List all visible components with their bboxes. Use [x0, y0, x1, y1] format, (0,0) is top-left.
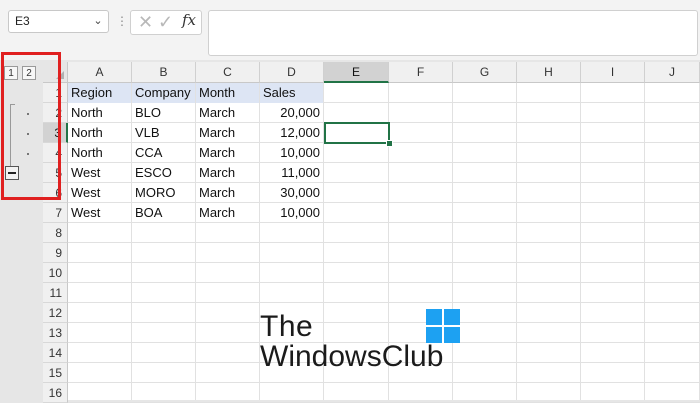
watermark-line1: The: [260, 310, 314, 343]
row-header-13[interactable]: 13: [43, 323, 68, 343]
grid-row-line: [68, 382, 700, 383]
row-header-7[interactable]: 7: [43, 203, 68, 223]
table-cell[interactable]: ESCO: [132, 163, 195, 183]
column-header-e[interactable]: E: [324, 62, 389, 83]
cancel-icon[interactable]: ✕: [138, 13, 153, 31]
column-header-i[interactable]: I: [581, 62, 645, 83]
table-cell[interactable]: 11,000: [260, 163, 323, 183]
column-header-d[interactable]: D: [260, 62, 324, 83]
outline-highlight-box: [1, 52, 61, 200]
table-cell[interactable]: 12,000: [260, 123, 323, 143]
table-header-cell[interactable]: Month: [196, 83, 259, 103]
table-cell[interactable]: CCA: [132, 143, 195, 163]
row-header-9[interactable]: 9: [43, 243, 68, 263]
row-header-11[interactable]: 11: [43, 283, 68, 303]
table-cell[interactable]: West: [68, 183, 131, 203]
table-cell[interactable]: VLB: [132, 123, 195, 143]
table-cell[interactable]: North: [68, 143, 131, 163]
table-header-cell[interactable]: Company: [132, 83, 195, 103]
enter-icon[interactable]: ✓: [158, 13, 173, 31]
table-cell[interactable]: March: [196, 123, 259, 143]
row-header-12[interactable]: 12: [43, 303, 68, 323]
column-header-f[interactable]: F: [389, 62, 453, 83]
table-cell[interactable]: 10,000: [260, 143, 323, 163]
insert-function-icon[interactable]: fx: [182, 11, 196, 29]
row-header-15[interactable]: 15: [43, 363, 68, 383]
table-cell[interactable]: MORO: [132, 183, 195, 203]
table-cell[interactable]: West: [68, 163, 131, 183]
windows-logo-icon: [426, 309, 460, 343]
table-cell[interactable]: March: [196, 103, 259, 123]
grid-row-line: [68, 302, 700, 303]
table-cell[interactable]: 10,000: [260, 203, 323, 223]
table-header-cell[interactable]: Sales: [260, 83, 323, 103]
table-header-cell[interactable]: Region: [68, 83, 131, 103]
row-header-16[interactable]: 16: [43, 383, 68, 403]
fill-handle[interactable]: [386, 140, 393, 147]
table-cell[interactable]: North: [68, 123, 131, 143]
table-cell[interactable]: 30,000: [260, 183, 323, 203]
watermark-line2: WindowsClub: [260, 340, 444, 373]
grid-row-line: [68, 322, 700, 323]
table-cell[interactable]: 20,000: [260, 103, 323, 123]
table-cell[interactable]: March: [196, 163, 259, 183]
column-header-g[interactable]: G: [453, 62, 517, 83]
table-cell[interactable]: March: [196, 183, 259, 203]
grid-row-line: [68, 262, 700, 263]
column-header-j[interactable]: J: [645, 62, 700, 83]
chevron-down-icon[interactable]: ⌄: [88, 10, 108, 33]
table-cell[interactable]: BLO: [132, 103, 195, 123]
formula-input[interactable]: [208, 10, 698, 56]
column-header-c[interactable]: C: [196, 62, 260, 83]
table-cell[interactable]: North: [68, 103, 131, 123]
row-header-8[interactable]: 8: [43, 223, 68, 243]
table-cell[interactable]: March: [196, 203, 259, 223]
column-header-h[interactable]: H: [517, 62, 581, 83]
column-header-b[interactable]: B: [132, 62, 196, 83]
active-cell-e3[interactable]: [324, 122, 390, 144]
column-header-a[interactable]: A: [68, 62, 132, 83]
row-header-14[interactable]: 14: [43, 343, 68, 363]
table-cell[interactable]: BOA: [132, 203, 195, 223]
table-cell[interactable]: West: [68, 203, 131, 223]
more-options-icon[interactable]: ⋮: [116, 10, 128, 33]
row-header-10[interactable]: 10: [43, 263, 68, 283]
grid-row-line: [68, 282, 700, 283]
table-cell[interactable]: March: [196, 143, 259, 163]
grid-row-line: [68, 242, 700, 243]
